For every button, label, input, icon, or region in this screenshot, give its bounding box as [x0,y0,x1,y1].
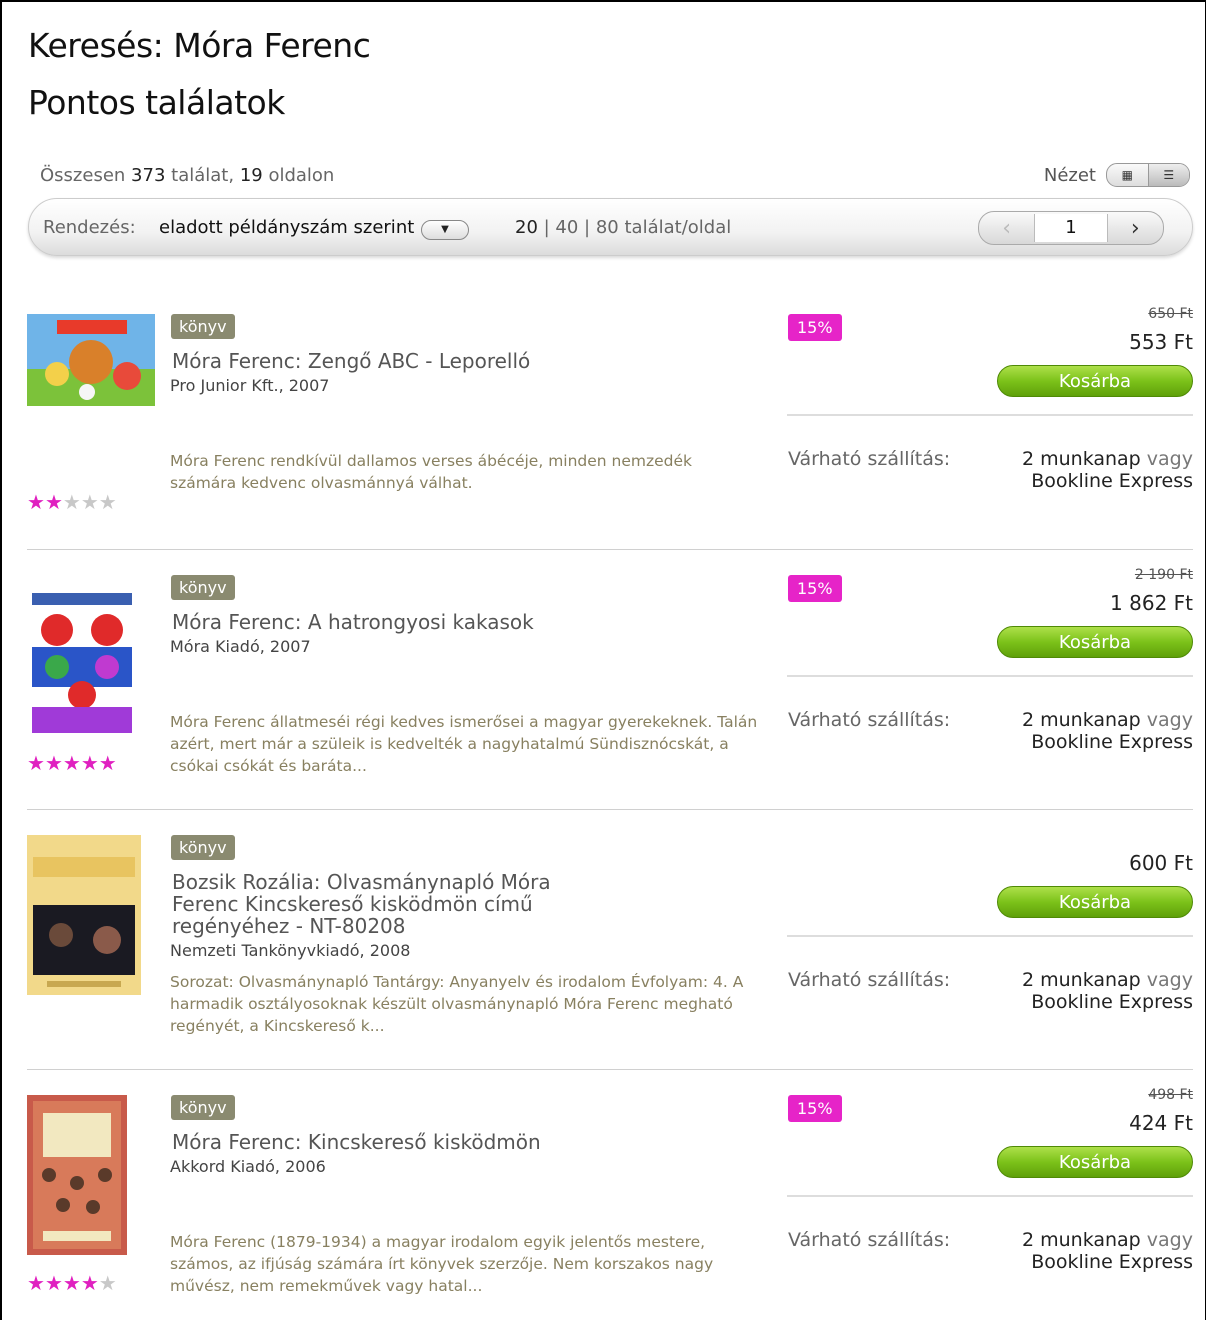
shipping-or: vagy [1146,1229,1193,1251]
book-publisher: Pro Junior Kft., 2007 [170,376,330,395]
shipping-days: 2 munkanap [1021,1229,1141,1251]
divider [787,1195,1193,1197]
per-page-80[interactable]: 80 [596,217,619,238]
book-description: Sorozat: Olvasmánynapló Tantárgy: Anyany… [170,973,744,1035]
list-item: könyv Bozsik Rozália: Olvasmánynapló Mór… [0,809,1208,1095]
list-item: ★★★★★ könyv Móra Ferenc: Kincskereső kis… [0,1069,1208,1299]
type-badge: könyv [171,1095,235,1120]
type-badge: könyv [171,575,235,600]
summary-mid: találat, [171,165,235,186]
summary-suffix: oldalon [268,165,335,186]
discount-badge: 15% [788,1095,842,1122]
add-to-cart-button[interactable]: Kosárba [997,365,1193,397]
list-item: ★★★★★ könyv Móra Ferenc: Zengő ABC - Lep… [0,306,1208,574]
divider [787,414,1193,416]
shipping-days: 2 munkanap [1021,448,1141,470]
book-title[interactable]: Bozsik Rozália: Olvasmánynapló Móra Fere… [172,871,612,937]
book-cover[interactable] [27,314,155,406]
shipping-label: Várható szállítás: [788,709,951,731]
sort-label: Rendezés: [43,217,136,238]
shipping-value: 2 munkanap vagy Bookline Express [1022,448,1193,492]
chevron-right-icon[interactable]: › [1108,216,1163,241]
divider [787,935,1193,937]
rating-stars: ★★★★★ [27,1271,117,1295]
price: 600 Ft [1129,851,1193,875]
book-cover[interactable] [27,835,141,995]
shipping-or: vagy [1146,969,1193,991]
shipping-value: 2 munkanap vagy Bookline Express [1022,709,1193,753]
old-price: 2 190 Ft [1134,567,1193,583]
item-divider [27,1069,1193,1070]
per-page-suffix: találat/oldal [624,217,732,238]
book-description: Móra Ferenc rendkívül dallamos verses áb… [170,452,693,492]
per-page-40[interactable]: 40 [555,217,578,238]
book-description: Móra Ferenc (1879-1934) a magyar irodalo… [170,1233,714,1295]
page-title: Keresés: Móra Ferenc [28,26,371,65]
list-view-icon[interactable]: ☰ [1147,164,1189,186]
discount-badge: 15% [788,575,842,602]
book-publisher: Akkord Kiadó, 2006 [170,1157,326,1176]
add-to-cart-button[interactable]: Kosárba [997,626,1193,658]
page-number-input[interactable]: 1 [1034,214,1108,242]
section-title: Pontos találatok [28,83,285,122]
rating-stars: ★★★★★ [27,751,117,775]
old-price: 650 Ft [1148,306,1193,322]
shipping-express: Bookline Express [1031,991,1193,1013]
shipping-or: vagy [1146,709,1193,731]
shipping-value: 2 munkanap vagy Bookline Express [1022,969,1193,1013]
discount-badge: 15% [788,314,842,341]
grid-view-icon[interactable]: ▦ [1107,164,1148,186]
book-title[interactable]: Móra Ferenc: Kincskereső kisködmön [172,1131,612,1153]
result-count: 373 [131,165,166,186]
shipping-label: Várható szállítás: [788,1229,951,1251]
chevron-down-icon[interactable]: ▼ [421,220,469,240]
summary-prefix: Összesen [40,165,126,186]
pager: ‹ 1 › [978,211,1164,245]
book-publisher: Nemzeti Tankönyvkiadó, 2008 [170,941,411,960]
book-cover[interactable] [27,575,137,735]
rating-stars: ★★★★★ [27,490,117,514]
divider [787,675,1193,677]
list-item: ★★★★★ könyv Móra Ferenc: A hatrongyosi k… [0,549,1208,835]
price: 553 Ft [1129,330,1193,354]
old-price: 498 Ft [1148,1087,1193,1103]
book-publisher: Móra Kiadó, 2007 [170,637,311,656]
shipping-days: 2 munkanap [1021,969,1141,991]
book-title[interactable]: Móra Ferenc: Zengő ABC - Leporelló [172,350,612,372]
results-summary: Összesen 373 találat, 19 oldalon [40,165,334,186]
shipping-express: Bookline Express [1031,470,1193,492]
view-label: Nézet [1043,164,1096,186]
price: 1 862 Ft [1110,591,1193,615]
shipping-express: Bookline Express [1031,1251,1193,1273]
shipping-express: Bookline Express [1031,731,1193,753]
shipping-label: Várható szállítás: [788,448,951,470]
type-badge: könyv [171,314,235,339]
per-page-20[interactable]: 20 [515,217,538,238]
page-count: 19 [239,165,263,186]
price: 424 Ft [1129,1111,1193,1135]
book-title[interactable]: Móra Ferenc: A hatrongyosi kakasok [172,611,612,633]
item-divider [27,809,1193,810]
book-cover[interactable] [27,1095,127,1255]
sort-toolbar: Rendezés: eladott példányszám szerint ▼ … [28,198,1193,256]
sort-select[interactable]: eladott példányszám szerint [159,217,414,238]
chevron-left-icon[interactable]: ‹ [979,216,1034,241]
add-to-cart-button[interactable]: Kosárba [997,886,1193,918]
item-divider [27,549,1193,550]
view-toggle: ▦ ☰ [1106,163,1190,187]
add-to-cart-button[interactable]: Kosárba [997,1146,1193,1178]
view-switcher: Nézet ▦ ☰ [1044,163,1190,187]
per-page-options: 20 | 40 | 80 találat/oldal [515,217,732,238]
type-badge: könyv [171,835,235,860]
shipping-value: 2 munkanap vagy Bookline Express [1022,1229,1193,1273]
shipping-days: 2 munkanap [1021,709,1141,731]
book-description: Móra Ferenc állatmeséi régi kedves ismer… [170,713,758,775]
shipping-label: Várható szállítás: [788,969,951,991]
shipping-or: vagy [1146,448,1193,470]
